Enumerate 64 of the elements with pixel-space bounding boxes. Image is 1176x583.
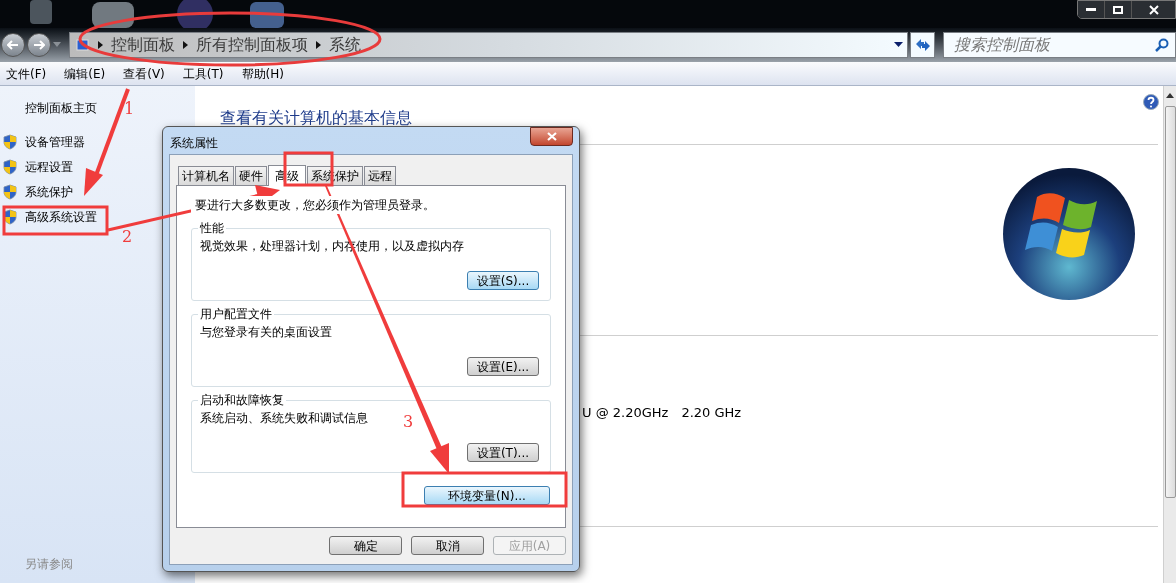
shield-icon — [2, 159, 18, 175]
group-description: 系统启动、系统失败和调试信息 — [200, 410, 368, 427]
dialog-tab[interactable]: 硬件 — [235, 166, 267, 185]
menu-item[interactable]: 工具(T) — [182, 64, 224, 83]
breadcrumb-arrow-icon — [98, 41, 103, 49]
scroll-up-icon[interactable] — [1166, 92, 1174, 98]
minimize-button[interactable] — [1078, 1, 1105, 18]
flag-logo-icon — [1002, 167, 1138, 303]
search-field[interactable]: 搜索控制面板 — [943, 32, 1176, 58]
group-title: 启动和故障恢复 — [198, 392, 286, 408]
step-number: 1 — [124, 101, 135, 117]
page-heading: 查看有关计算机的基本信息 — [220, 107, 412, 129]
menu-item[interactable]: 编辑(E) — [64, 64, 106, 83]
search-input[interactable]: 搜索控制面板 — [954, 33, 1155, 57]
control-panel-icon — [74, 37, 90, 53]
dialog-title: 系统属性 — [170, 135, 218, 152]
processor-speed-text: 2.20 GHz — [681, 404, 742, 422]
refresh-arrows-icon — [914, 38, 931, 52]
close-icon — [1148, 4, 1159, 15]
breadcrumb-arrow-icon — [183, 41, 188, 49]
dialog-button[interactable]: 确定 — [329, 536, 402, 555]
group-description: 与您登录有关的桌面设置 — [200, 324, 332, 341]
menu-item[interactable]: 文件(F) — [6, 64, 47, 83]
close-button[interactable] — [1132, 1, 1175, 18]
sidebar-link[interactable]: 远程设置 — [25, 159, 73, 175]
settings-button[interactable]: 设置(E)... — [467, 357, 539, 376]
group-title: 用户配置文件 — [198, 306, 274, 322]
step-number: 2 — [122, 229, 133, 245]
sidebar-link[interactable]: 系统保护 — [25, 184, 73, 200]
breadcrumb-item[interactable]: 所有控制面板项 — [196, 33, 308, 57]
back-button[interactable] — [1, 33, 25, 57]
maximize-button[interactable] — [1105, 1, 1132, 18]
dialog-close-button[interactable] — [530, 127, 573, 146]
dropdown-caret-icon — [53, 42, 61, 48]
group-title: 性能 — [198, 220, 226, 236]
sidebar-link[interactable]: 设备管理器 — [25, 134, 85, 150]
settings-button[interactable]: 设置(T)... — [467, 443, 539, 462]
address-bar[interactable]: 控制面板 所有控制面板项 系统 — [69, 32, 908, 58]
close-icon — [546, 132, 557, 141]
forward-arrow-icon — [33, 40, 45, 50]
dialog-tab[interactable]: 远程 — [364, 166, 396, 185]
scrollbar[interactable] — [1163, 86, 1176, 583]
refresh-button[interactable] — [910, 32, 935, 58]
shield-icon — [2, 184, 18, 200]
dropdown-caret-icon[interactable] — [894, 42, 903, 48]
menu-item[interactable]: 帮助(H) — [241, 64, 284, 83]
back-arrow-icon — [7, 40, 19, 50]
processor-text: U @ 2.20GHz — [582, 404, 669, 422]
environment-variables-button[interactable]: 环境变量(N)... — [424, 486, 550, 505]
settings-button[interactable]: 设置(S)... — [467, 271, 539, 290]
breadcrumb-item[interactable]: 控制面板 — [111, 33, 175, 57]
dialog-tab[interactable]: 计算机名 — [178, 166, 234, 185]
breadcrumb-item[interactable]: 系统 — [329, 33, 361, 57]
breadcrumb-arrow-icon — [316, 41, 321, 49]
help-icon[interactable] — [1143, 94, 1159, 110]
forward-button[interactable] — [27, 33, 51, 57]
dialog-button[interactable]: 取消 — [411, 536, 484, 555]
see-also-heading: 另请参阅 — [25, 556, 74, 573]
sidebar-home-link[interactable]: 控制面板主页 — [25, 99, 97, 117]
search-icon — [1155, 38, 1169, 52]
shield-icon — [2, 134, 18, 150]
sidebar-link[interactable]: 高级系统设置 — [25, 209, 97, 225]
menu-item[interactable]: 查看(V) — [123, 64, 165, 83]
step-number: 3 — [403, 414, 414, 430]
